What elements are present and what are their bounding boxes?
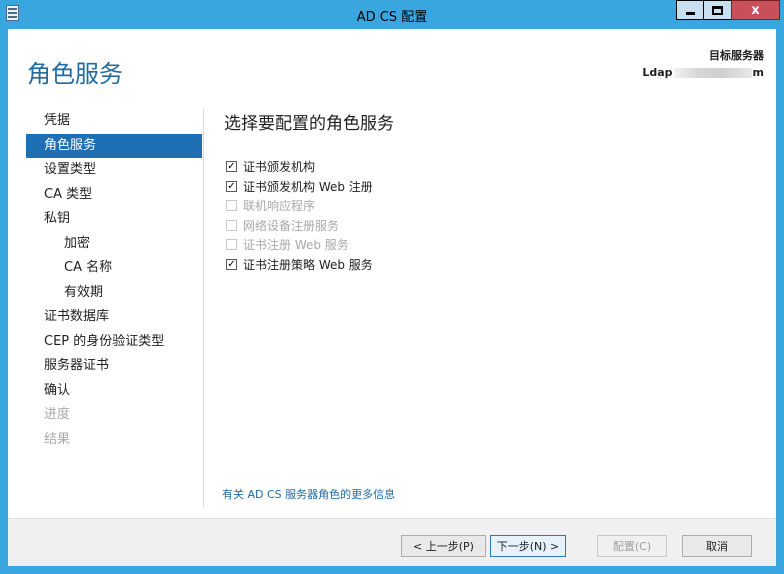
window-title: AD CS 配置 (356, 10, 428, 25)
button-bar: < 上一步(P) 下一步(N) > 配置(C) 取消 (8, 518, 776, 566)
option-network-device-enrollment: 网络设备注册服务 (226, 216, 373, 236)
target-server-suffix: m (752, 66, 764, 79)
section-heading: 选择要配置的角色服务 (224, 114, 394, 134)
nav-item-confirmation[interactable]: 确认 (26, 379, 202, 404)
nav-divider (203, 108, 204, 508)
nav-item-cep-auth-type[interactable]: CEP 的身份验证类型 (26, 330, 202, 355)
nav-item-validity-period[interactable]: 有效期 (26, 281, 202, 306)
wizard-nav: 凭据 角色服务 设置类型 CA 类型 私钥 加密 CA 名称 有效期 证书数据库… (26, 109, 202, 452)
page-title: 角色服务 (27, 60, 123, 88)
option-label: 网络设备注册服务 (243, 218, 340, 233)
nav-item-ca-name[interactable]: CA 名称 (26, 256, 202, 281)
minimize-button[interactable] (676, 0, 704, 20)
option-label: 证书颁发机构 Web 注册 (243, 179, 373, 194)
maximize-icon (712, 5, 723, 15)
previous-button[interactable]: < 上一步(P) (401, 535, 486, 557)
option-online-responder: 联机响应程序 (226, 196, 373, 216)
option-label: 证书注册 Web 服务 (243, 238, 349, 253)
more-info-link[interactable]: 有关 AD CS 服务器角色的更多信息 (222, 486, 395, 502)
maximize-button[interactable] (704, 0, 732, 20)
nav-item-progress: 进度 (44, 407, 71, 422)
checkbox-checked-icon[interactable]: ✓ (226, 180, 237, 192)
nav-item-ca-type[interactable]: CA 类型 (26, 183, 202, 208)
role-service-list: ✓ 证书颁发机构 ✓ 证书颁发机构 Web 注册 联机响应程序 网络设备注册服务… (226, 157, 373, 274)
option-label: 证书注册策略 Web 服务 (243, 257, 373, 272)
checkbox-unchecked-icon (226, 219, 237, 231)
dialog-client: 角色服务 目标服务器 Ldap m 凭据 角色服务 设置类型 CA 类型 私钥 … (8, 29, 776, 566)
option-label: 证书颁发机构 (243, 160, 316, 175)
cancel-button[interactable]: 取消 (682, 535, 752, 557)
target-server-value: Ldap m (642, 66, 764, 79)
checkbox-unchecked-icon (226, 200, 237, 212)
close-icon: x (751, 2, 760, 18)
title-bar[interactable]: AD CS 配置 x (0, 0, 784, 29)
close-button[interactable]: x (731, 0, 780, 20)
target-server-label: 目标服务器 (709, 49, 764, 62)
window-frame: AD CS 配置 x 角色服务 目标服务器 Ldap m 凭据 角色服务 设置类… (0, 0, 784, 574)
minimize-icon (685, 11, 695, 15)
option-enrollment-policy-web-service[interactable]: ✓ 证书注册策略 Web 服务 (226, 255, 373, 275)
configure-button: 配置(C) (597, 535, 667, 557)
redacted-region (673, 67, 752, 78)
checkbox-checked-icon[interactable]: ✓ (226, 161, 237, 173)
nav-item-certificate-database[interactable]: 证书数据库 (26, 305, 202, 330)
nav-item-role-services[interactable]: 角色服务 (26, 133, 202, 158)
option-enrollment-web-service: 证书注册 Web 服务 (226, 235, 373, 255)
nav-item-private-key[interactable]: 私钥 (26, 207, 202, 232)
nav-item-server-certificate[interactable]: 服务器证书 (26, 354, 202, 379)
next-button[interactable]: 下一步(N) > (490, 535, 566, 557)
option-ca-web-enrollment[interactable]: ✓ 证书颁发机构 Web 注册 (226, 177, 373, 197)
nav-item-cryptography[interactable]: 加密 (26, 232, 202, 257)
option-label: 联机响应程序 (243, 199, 316, 214)
checkbox-unchecked-icon (226, 239, 237, 251)
target-server-prefix: Ldap (642, 66, 673, 79)
nav-item-results: 结果 (44, 431, 71, 447)
nav-item-credentials[interactable]: 凭据 (26, 109, 202, 134)
checkbox-checked-icon[interactable]: ✓ (226, 258, 237, 270)
nav-item-setup-type[interactable]: 设置类型 (26, 158, 202, 183)
option-certification-authority[interactable]: ✓ 证书颁发机构 (226, 157, 373, 177)
